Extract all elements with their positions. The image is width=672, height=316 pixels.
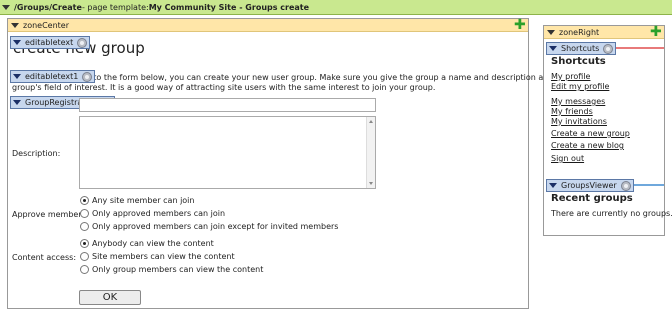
description-label: Description:	[12, 149, 61, 158]
page-path: /Groups/Create	[14, 2, 82, 12]
approve-option-label[interactable]: Only approved members can join	[92, 209, 225, 218]
webpart-tag-editabletext1[interactable]: editabletext1	[10, 70, 96, 83]
webpart-tag-label: editabletext1	[25, 72, 79, 81]
collapse-triangle-icon[interactable]	[547, 29, 555, 35]
link-my-friends[interactable]: My friends	[551, 107, 593, 116]
ok-button[interactable]: OK	[79, 290, 141, 305]
shortcuts-title: Shortcuts	[551, 56, 606, 67]
scroll-up-arrow-icon[interactable]	[369, 120, 373, 123]
zone-right-label: zoneRight	[559, 27, 600, 37]
approve-option-label[interactable]: Only approved members can join except fo…	[92, 222, 338, 231]
add-webpart-icon[interactable]: ✚	[514, 18, 526, 32]
add-webpart-icon[interactable]: ✚	[650, 25, 662, 39]
gear-icon[interactable]	[77, 37, 88, 48]
collapse-triangle-icon[interactable]	[13, 100, 21, 105]
page-template-bar: /Groups/Create - page template: My Commu…	[0, 0, 672, 15]
template-prefix: - page template:	[81, 2, 149, 12]
approve-radio-any[interactable]	[80, 196, 89, 205]
link-my-messages[interactable]: My messages	[551, 97, 605, 106]
access-radio-anybody[interactable]	[80, 239, 89, 248]
collapse-triangle-icon[interactable]	[13, 74, 21, 79]
intro-text-line-1: into the form below, you can create your…	[86, 73, 604, 82]
webpart-tag-label: GroupsViewer	[561, 181, 617, 190]
access-radio-site-members[interactable]	[80, 252, 89, 261]
collapse-triangle-icon[interactable]	[549, 183, 557, 188]
approve-option-label[interactable]: Any site member can join	[92, 196, 194, 205]
recent-groups-title: Recent groups	[551, 193, 633, 204]
access-option-label[interactable]: Site members can view the content	[92, 252, 235, 261]
link-sign-out[interactable]: Sign out	[551, 154, 584, 163]
link-create-new-blog[interactable]: Create a new blog	[551, 141, 624, 150]
group-name-input[interactable]	[79, 98, 376, 112]
collapse-triangle-icon[interactable]	[13, 40, 21, 45]
intro-text-line-2: group's field of interest. It is a good …	[12, 83, 436, 92]
template-name: My Community Site - Groups create	[148, 2, 310, 12]
collapse-triangle-icon[interactable]	[2, 4, 10, 10]
webpart-tag-label: editabletext	[25, 38, 74, 47]
gear-icon[interactable]	[603, 43, 614, 54]
recent-groups-empty-text: There are currently no groups.	[551, 209, 672, 218]
shortcuts-accent-line	[612, 47, 664, 49]
textarea-scrollbar[interactable]	[366, 117, 375, 188]
access-radio-group-members[interactable]	[80, 265, 89, 274]
webpart-tag-groupsviewer[interactable]: GroupsViewer	[546, 179, 634, 192]
link-create-new-group[interactable]: Create a new group	[551, 129, 630, 138]
zone-center-header-band	[8, 19, 528, 32]
approve-radio-approved-except-invited[interactable]	[80, 222, 89, 231]
scroll-down-arrow-icon[interactable]	[369, 182, 373, 185]
webpart-tag-editabletext[interactable]: editabletext	[10, 36, 91, 49]
link-my-profile[interactable]: My profile	[551, 72, 590, 81]
webpart-tag-label: Shortcuts	[561, 44, 600, 53]
link-edit-my-profile[interactable]: Edit my profile	[551, 82, 609, 91]
description-textarea[interactable]	[79, 116, 376, 189]
collapse-triangle-icon[interactable]	[549, 46, 557, 51]
approve-radio-approved[interactable]	[80, 209, 89, 218]
access-option-label[interactable]: Anybody can view the content	[92, 239, 214, 248]
zone-right-header: zoneRight	[544, 26, 664, 39]
approve-members-label: Approve members:	[12, 210, 89, 219]
webpart-tag-shortcuts[interactable]: Shortcuts	[546, 42, 617, 55]
access-option-label[interactable]: Only group members can view the content	[92, 265, 263, 274]
gear-icon[interactable]	[620, 180, 631, 191]
link-my-invitations[interactable]: My invitations	[551, 117, 607, 126]
gear-icon[interactable]	[82, 71, 93, 82]
content-access-label: Content access:	[12, 253, 77, 262]
